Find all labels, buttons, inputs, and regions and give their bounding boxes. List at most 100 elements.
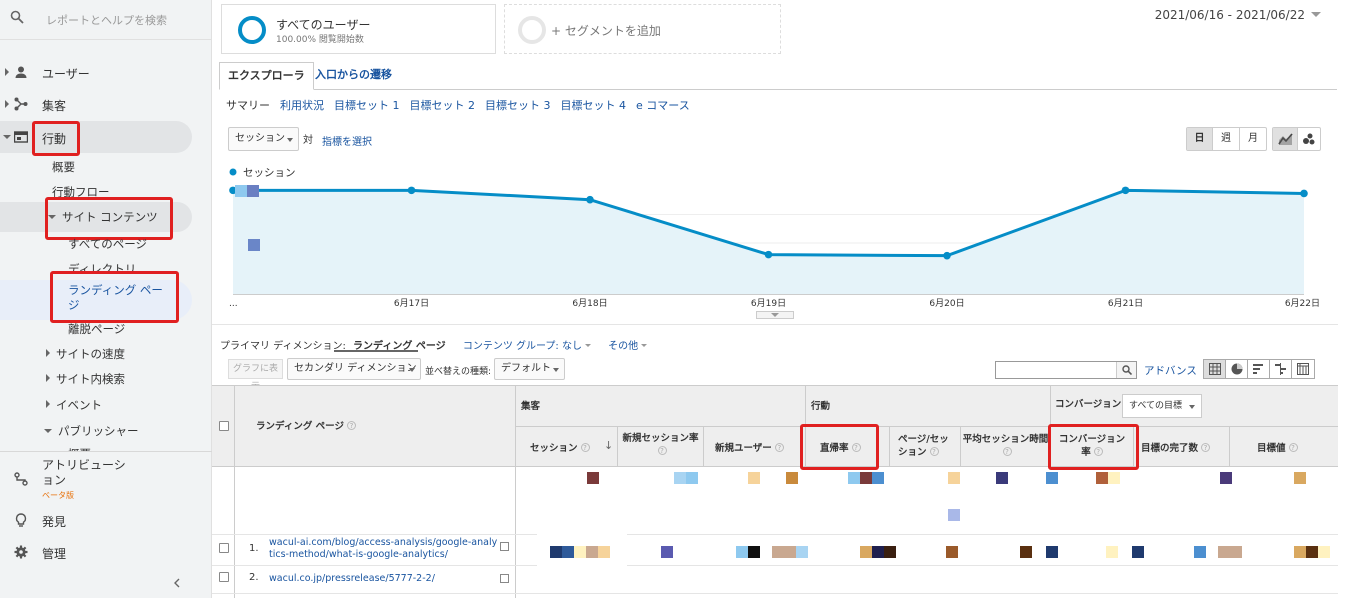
external-link-icon[interactable] [500, 542, 509, 551]
subtab-goal-set-3[interactable]: 目標セット 3 [485, 99, 551, 112]
period-day-button[interactable]: 日 [1187, 128, 1213, 150]
expand-arrow-icon [46, 374, 50, 382]
data-point[interactable] [1300, 189, 1308, 198]
sidebar-item-acquisition[interactable]: 集客 [0, 91, 212, 117]
data-point[interactable] [943, 251, 951, 260]
subtab-ecommerce[interactable]: e コマース [636, 99, 690, 112]
redacted-pixel [996, 472, 1008, 484]
person-icon [15, 66, 27, 78]
other-dimensions-select[interactable]: その他 [608, 341, 648, 352]
sidebar-item-users[interactable]: ユーザー [0, 59, 212, 85]
subtab-summary[interactable]: サマリー [226, 99, 270, 112]
landing-page-link[interactable]: wacul-ai.com/blog/access-analysis/google… [269, 537, 497, 549]
row-checkbox[interactable] [219, 572, 229, 582]
add-segment-button[interactable]: + セグメントを追加 [504, 4, 781, 54]
col-header-pages-per-session[interactable]: ページ/セッ ション? [898, 433, 949, 459]
data-point[interactable] [1121, 186, 1130, 195]
col-header-new-users[interactable]: 新規ユーザー? [715, 442, 784, 455]
sidebar-sub-events[interactable]: イベント [46, 397, 102, 413]
sidebar-sub-site-speed[interactable]: サイトの速度 [46, 346, 125, 362]
subtab-goal-set-2[interactable]: 目標セット 2 [410, 99, 476, 112]
sidebar-search[interactable]: レポートとヘルプを検索 [0, 0, 212, 40]
help-icon: ? [1002, 447, 1012, 456]
subtab-usage[interactable]: 利用状況 [280, 99, 324, 112]
select-metric-link[interactable]: 指標を選択 [322, 133, 372, 148]
bubble-chart-icon [1303, 133, 1315, 145]
chart-resize-handle[interactable] [756, 311, 794, 319]
plot-rows-button[interactable]: グラフに表示 [228, 359, 283, 392]
sort-type-value: デフォルト [501, 363, 551, 374]
col-header-label: 平均セッション時間 [962, 434, 1049, 445]
data-point[interactable] [764, 250, 773, 259]
view-pie-button[interactable] [1226, 360, 1248, 378]
redacted-pixel [1096, 472, 1108, 484]
data-point[interactable] [407, 186, 416, 195]
period-week-button[interactable]: 週 [1213, 128, 1240, 150]
secondary-dimension-select[interactable]: セカンダリ ディメンション [287, 358, 421, 380]
redacted-pixel [748, 472, 760, 484]
search-icon [10, 10, 24, 24]
table-search-input[interactable] [995, 361, 1137, 379]
sidebar-item-attribution[interactable]: アトリビューション [0, 456, 212, 496]
tab-explorer[interactable]: エクスプローラ [219, 62, 314, 90]
search-placeholder: レポートとヘルプを検索 [46, 14, 167, 27]
col-header-landing-page[interactable]: ランディング ページ? [256, 420, 356, 433]
redacted-pixel [796, 546, 808, 558]
external-link-icon[interactable] [500, 574, 509, 583]
chevron-left-icon[interactable] [172, 578, 182, 588]
view-comparison-button[interactable] [1270, 360, 1292, 378]
sidebar-sub-exit-pages[interactable]: 離脱ページ [68, 321, 125, 337]
date-range-picker[interactable]: 2021/06/16 - 2021/06/22 [1155, 8, 1321, 22]
beta-badge: ベータ版 [42, 491, 74, 500]
table-search-button[interactable] [1116, 362, 1136, 378]
acquisition-icon [14, 97, 28, 111]
segment-all-users[interactable]: すべてのユーザー 100.00% 閲覧開始数 [221, 4, 496, 54]
col-header-new-session-rate[interactable]: 新規セッション率? [618, 432, 703, 458]
motion-chart-button[interactable] [1298, 128, 1320, 150]
tab-entrance-paths[interactable]: 入口からの遷移 [307, 62, 400, 90]
annotation-box [800, 424, 879, 470]
select-all-checkbox[interactable] [219, 421, 229, 431]
view-performance-button[interactable] [1248, 360, 1270, 378]
sort-type-select[interactable]: デフォルト [494, 358, 565, 380]
redacted-pixel [872, 546, 884, 558]
content-group-select[interactable]: コンテンツ グループ: なし [463, 341, 591, 352]
sidebar-item-label: 集客 [42, 99, 67, 113]
annotation-box [50, 271, 179, 323]
sidebar-item-discover[interactable]: 発見 [0, 507, 212, 533]
sidebar-item-admin[interactable]: 管理 [0, 539, 212, 565]
col-header-label: ション [898, 447, 927, 458]
sidebar-sub-publisher[interactable]: パブリッシャー [44, 423, 139, 439]
annotation-box [32, 121, 80, 156]
period-month-button[interactable]: 月 [1240, 128, 1266, 150]
collapse-arrow-icon [44, 429, 52, 433]
view-pivot-button[interactable] [1292, 360, 1314, 378]
row-divider [212, 534, 1338, 535]
col-header-sessions[interactable]: セッション? [530, 442, 590, 455]
landing-page-link[interactable]: tics-method/what-is-google-analytics/ [269, 549, 448, 561]
line-chart-button[interactable] [1273, 128, 1298, 150]
metric-select[interactable]: セッション [228, 127, 299, 151]
col-header-avg-session-duration[interactable]: 平均セッション時間? [961, 433, 1050, 459]
redacted-pixel [1132, 546, 1144, 558]
sidebar-sub-site-search[interactable]: サイト内検索 [46, 371, 125, 387]
subtab-goal-set-1[interactable]: 目標セット 1 [334, 99, 400, 112]
sort-desc-icon[interactable]: ↓ [604, 439, 613, 452]
subtab-goal-set-4[interactable]: 目標セット 4 [561, 99, 627, 112]
col-header-goal-completions[interactable]: 目標の完了数? [1141, 442, 1211, 455]
date-range-text: 2021/06/16 - 2021/06/22 [1154, 8, 1305, 22]
col-header-goal-value[interactable]: 目標値? [1257, 442, 1298, 455]
sidebar-sub-label: サイト内検索 [56, 372, 125, 386]
data-point[interactable] [586, 195, 594, 204]
landing-page-link[interactable]: wacul.co.jp/pressrelease/5777-2-2/ [269, 573, 435, 585]
chevron-down-icon [1311, 12, 1321, 17]
legend-label: セッション [243, 167, 296, 179]
view-table-button[interactable] [1204, 360, 1226, 378]
sidebar-sub-all-pages[interactable]: すべてのページ [68, 236, 147, 252]
row-checkbox[interactable] [219, 543, 229, 553]
col-divider [234, 386, 235, 598]
goals-select[interactable]: すべての目標 [1122, 394, 1202, 418]
redacted-area [537, 534, 627, 584]
advanced-filter-link[interactable]: アドバンス [1144, 363, 1197, 378]
sidebar-sub-overview[interactable]: 概要 [52, 159, 75, 175]
